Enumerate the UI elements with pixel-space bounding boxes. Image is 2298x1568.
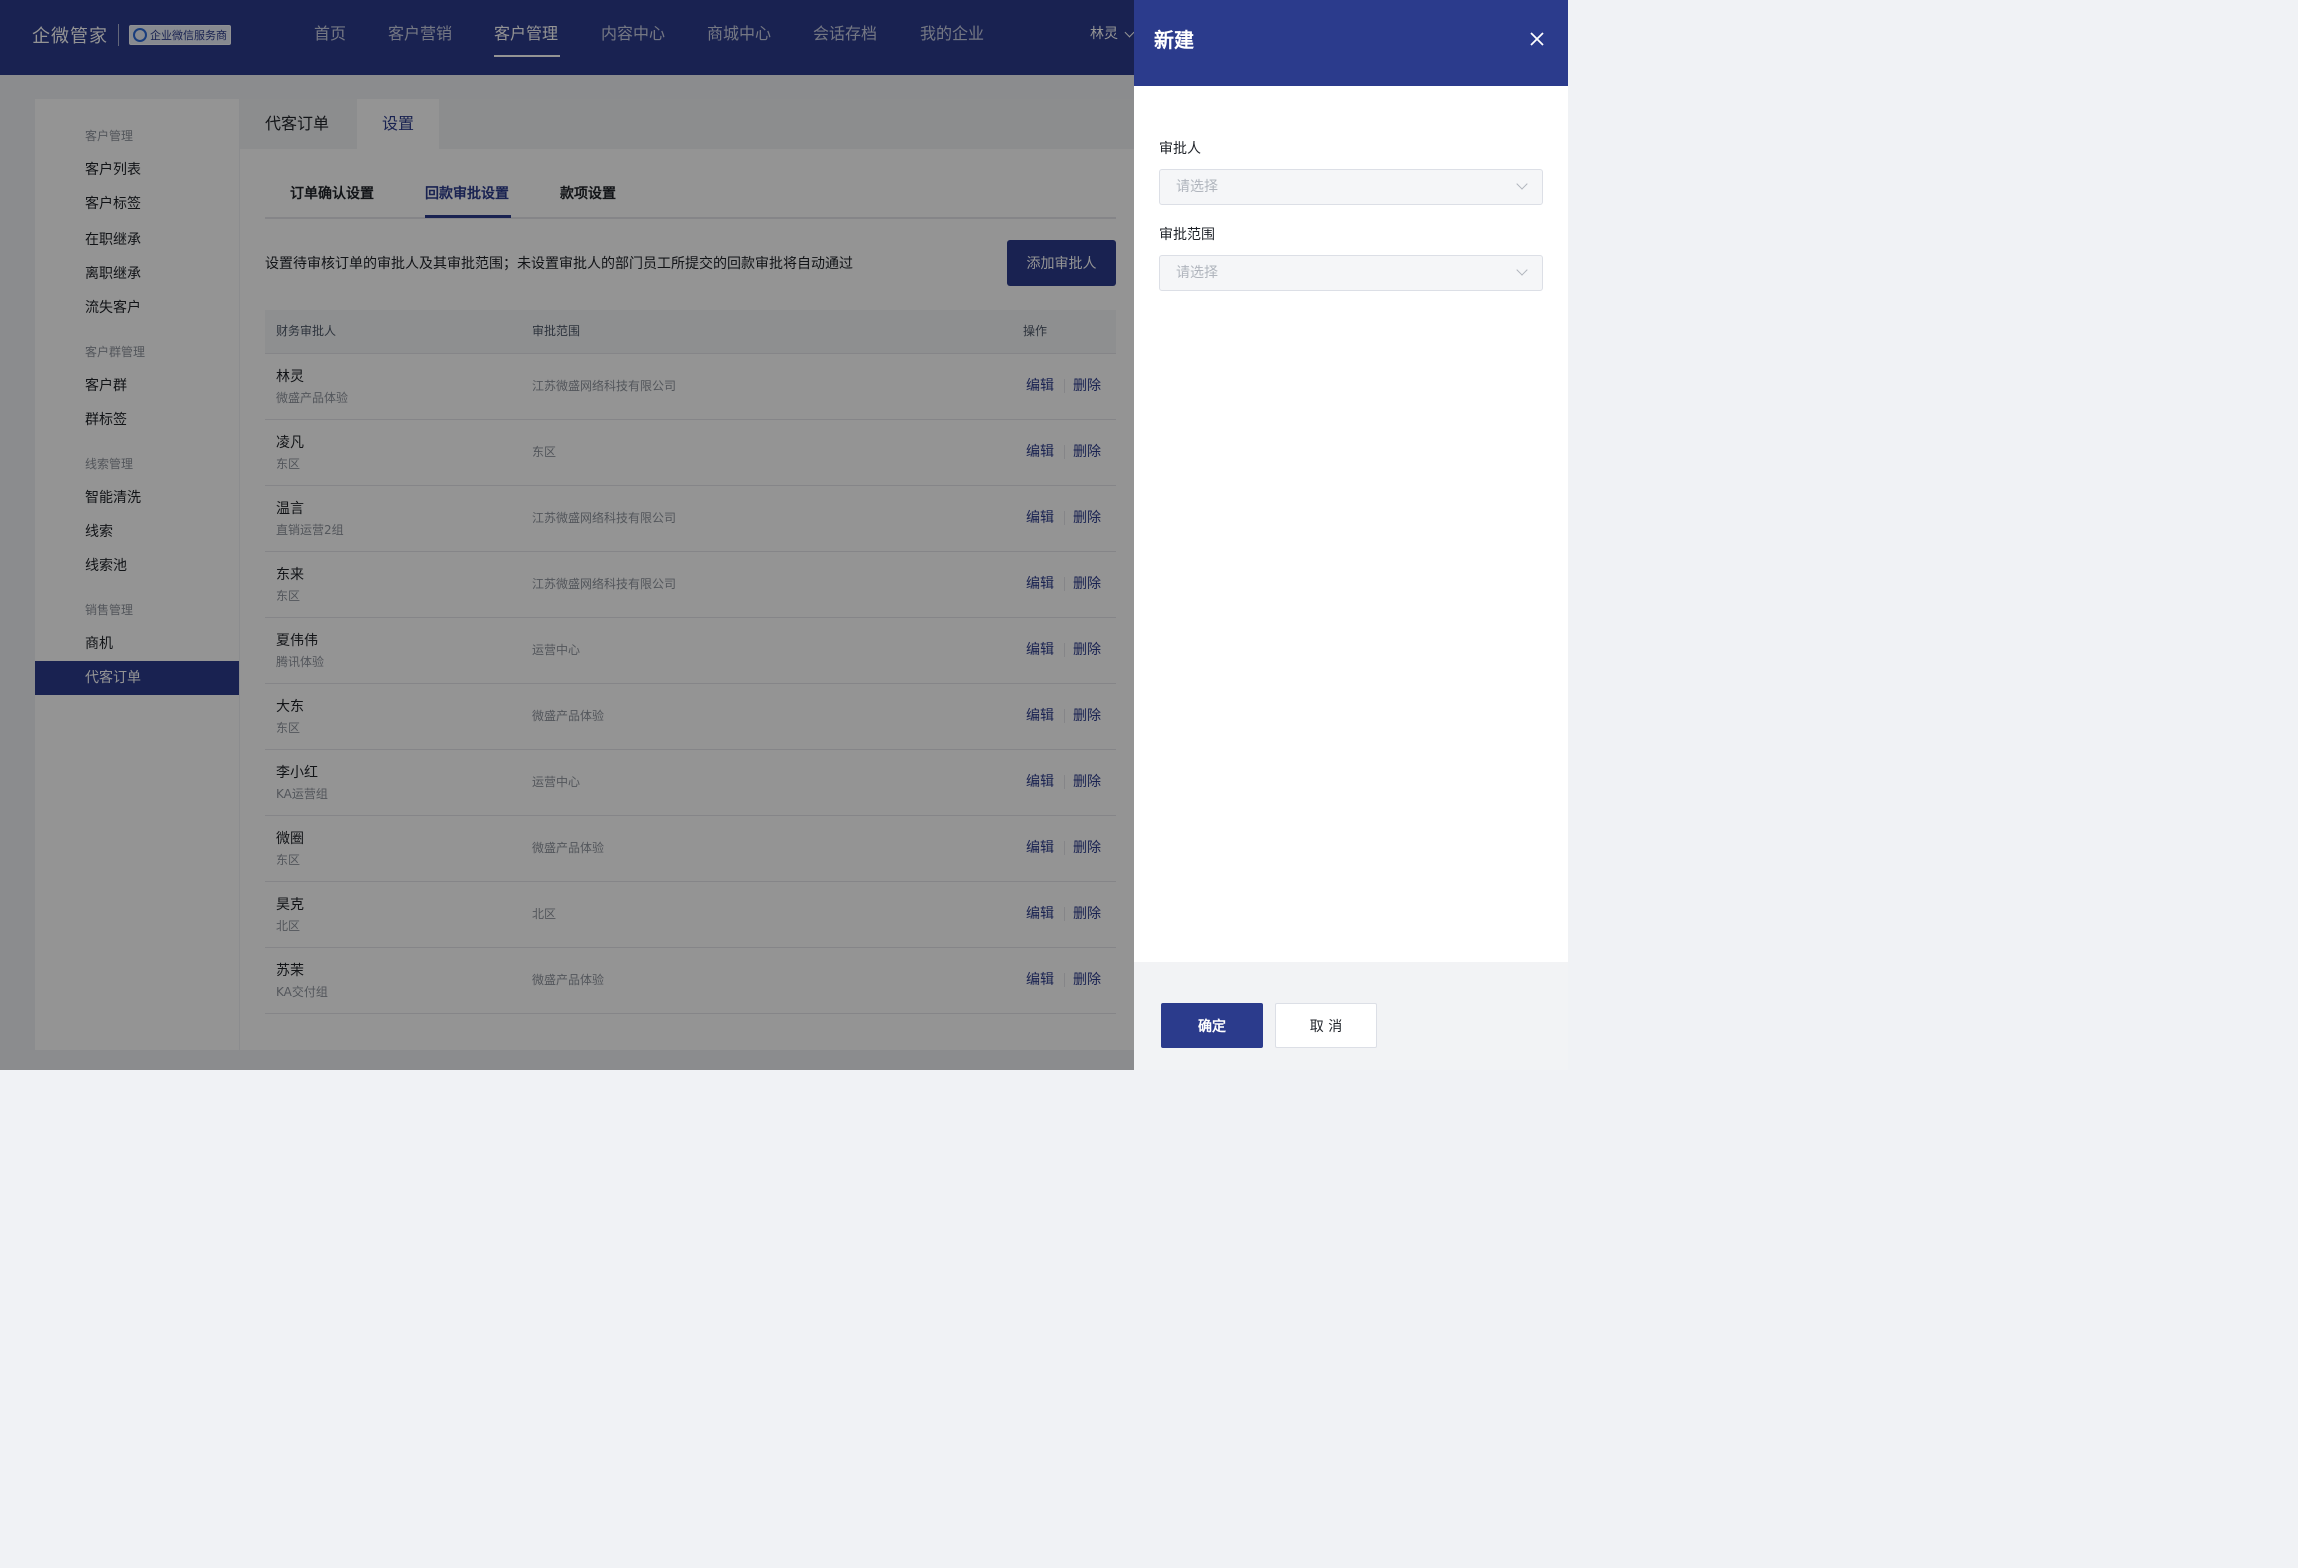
scope-select[interactable]: 请选择 [1159, 255, 1543, 291]
modal-backdrop[interactable] [0, 0, 1134, 1070]
approver-select-placeholder: 请选择 [1176, 179, 1218, 195]
chevron-down-icon [1516, 264, 1528, 276]
create-drawer: 新建 审批人 请选择 审批范围 请选择 确定 取 消 [1134, 0, 1568, 1070]
chevron-down-icon [1516, 178, 1528, 190]
scope-select-placeholder: 请选择 [1176, 265, 1218, 281]
close-icon[interactable] [1526, 28, 1548, 50]
drawer-title: 新建 [1154, 28, 1194, 52]
confirm-button[interactable]: 确定 [1161, 1003, 1263, 1048]
drawer-footer: 确定 取 消 [1134, 962, 1568, 1070]
scope-label: 审批范围 [1159, 227, 1215, 243]
cancel-button[interactable]: 取 消 [1275, 1003, 1377, 1048]
approver-label: 审批人 [1159, 141, 1201, 157]
drawer-header: 新建 [1134, 0, 1568, 86]
approver-select[interactable]: 请选择 [1159, 169, 1543, 205]
